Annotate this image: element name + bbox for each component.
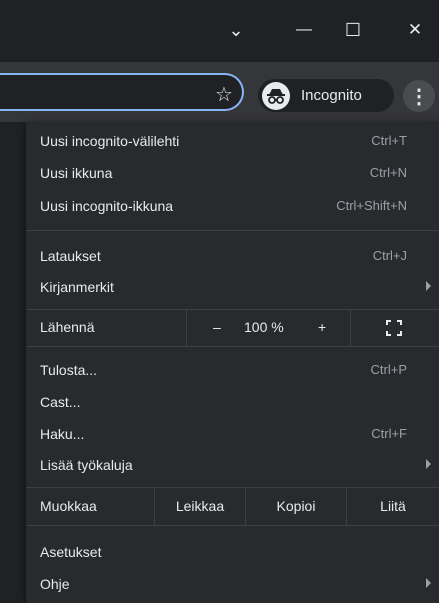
zoom-divider (350, 310, 351, 346)
menu-item-settings[interactable]: Asetukset (26, 538, 439, 565)
address-bar[interactable] (0, 73, 244, 111)
menu-item-label: Haku... (40, 425, 85, 442)
fullscreen-button[interactable] (386, 320, 402, 336)
menu-separator (26, 525, 439, 526)
close-icon: ✕ (407, 20, 423, 39)
menu-item-shortcut: Ctrl+F (371, 426, 407, 441)
menu-item-shortcut: Ctrl+J (372, 248, 407, 263)
menu-item-downloads[interactable]: Lataukset Ctrl+J (26, 242, 439, 269)
menu-item-label: Uusi incognito-ikkuna (40, 197, 174, 214)
menu-separator (26, 346, 439, 347)
menu-item-shortcut: Ctrl+P (370, 362, 407, 377)
menu-separator (26, 230, 439, 231)
menu-item-label: Cast... (40, 393, 81, 410)
copy-button[interactable]: Kopioi (246, 487, 346, 525)
cut-button[interactable]: Leikkaa (155, 487, 245, 525)
paste-button[interactable]: Liitä (347, 487, 439, 525)
chrome-menu: Uusi incognito-välilehti Ctrl+T Uusi ikk… (26, 122, 439, 603)
submenu-arrow-icon (426, 578, 431, 588)
bookmark-star-button[interactable]: ☆ (215, 82, 237, 106)
minimize-icon: — (296, 21, 312, 38)
menu-item-bookmarks[interactable]: Kirjanmerkit (26, 273, 439, 300)
submenu-arrow-icon (426, 459, 431, 469)
edit-label: Muokkaa (40, 498, 97, 514)
menu-item-shortcut: Ctrl+T (371, 133, 407, 148)
incognito-indicator[interactable]: Incognito (258, 79, 394, 112)
minimize-button[interactable]: — (284, 17, 324, 43)
zoom-in-button[interactable]: + (318, 319, 326, 335)
menu-item-help[interactable]: Ohje (26, 570, 439, 597)
menu-item-print[interactable]: Tulosta... Ctrl+P (26, 356, 439, 383)
fullscreen-icon (386, 320, 402, 336)
maximize-icon: ☐ (344, 19, 362, 40)
menu-item-new-incognito-window[interactable]: Uusi incognito-ikkuna Ctrl+Shift+N (26, 192, 439, 219)
menu-button[interactable]: ⋮ (403, 80, 435, 112)
menu-item-label: Uusi incognito-välilehti (40, 132, 180, 149)
zoom-divider (186, 310, 187, 346)
menu-item-label: Lataukset (40, 247, 101, 264)
chevron-down-icon: ⌄ (228, 19, 244, 40)
zoom-label: Lähennä (40, 319, 95, 335)
close-button[interactable]: ✕ (395, 17, 435, 43)
menu-item-more-tools[interactable]: Lisää työkaluja (26, 451, 439, 478)
zoom-level: 100 % (244, 319, 284, 335)
title-bar: ⌄ — ☐ ✕ (0, 0, 439, 62)
tab-search-button[interactable]: ⌄ (216, 17, 256, 43)
menu-item-cast[interactable]: Cast... (26, 388, 439, 415)
menu-item-label: Kirjanmerkit (40, 278, 114, 295)
incognito-icon (262, 81, 290, 110)
zoom-out-button[interactable]: – (213, 319, 221, 335)
star-icon: ☆ (215, 84, 233, 106)
menu-item-label: Tulosta... (40, 361, 98, 378)
zoom-row: Lähennä – 100 % + (26, 310, 439, 346)
menu-item-shortcut: Ctrl+Shift+N (336, 198, 407, 213)
more-vert-icon: ⋮ (409, 85, 429, 108)
submenu-arrow-icon (426, 281, 431, 291)
menu-item-new-window[interactable]: Uusi ikkuna Ctrl+N (26, 159, 439, 186)
menu-item-label: Asetukset (40, 543, 102, 560)
menu-item-new-incognito-tab[interactable]: Uusi incognito-välilehti Ctrl+T (26, 127, 439, 154)
menu-item-label: Uusi ikkuna (40, 164, 113, 181)
incognito-label: Incognito (301, 87, 362, 104)
menu-item-label: Lisää työkaluja (40, 456, 133, 473)
menu-item-label: Ohje (40, 575, 70, 592)
menu-item-shortcut: Ctrl+N (369, 165, 407, 180)
menu-item-find[interactable]: Haku... Ctrl+F (26, 420, 439, 447)
edit-row: Muokkaa Leikkaa Kopioi Liitä (26, 487, 439, 525)
maximize-button[interactable]: ☐ (333, 17, 373, 43)
